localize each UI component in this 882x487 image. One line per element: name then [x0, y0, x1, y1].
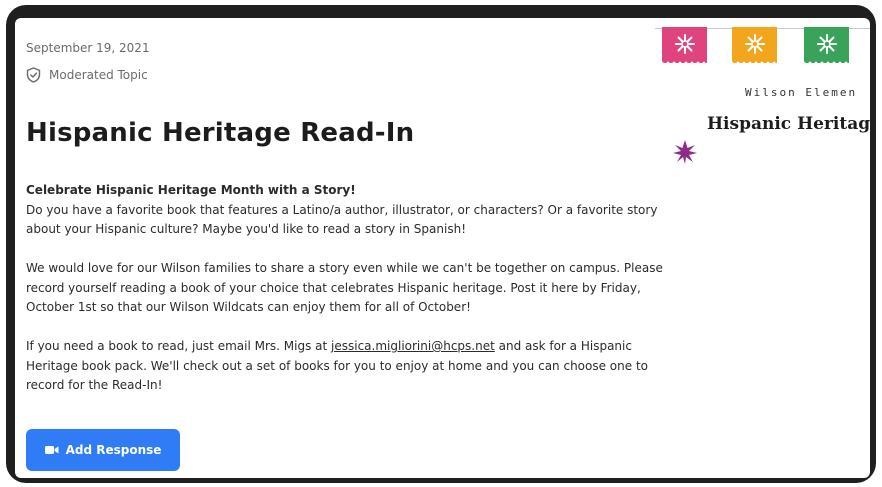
paragraph-1-text: Do you have a favorite book that feature… — [26, 202, 658, 237]
flower-icon — [744, 34, 765, 54]
post-date: September 19, 2021 — [26, 41, 150, 55]
page-title: Hispanic Heritage Read-In — [26, 118, 415, 148]
star-burst-icon — [673, 140, 697, 164]
video-camera-icon — [44, 446, 59, 454]
post-lead: Celebrate Hispanic Heritage Month with a… — [26, 183, 356, 197]
moderated-topic-badge: Moderated Topic — [26, 66, 148, 84]
add-response-button[interactable]: Add Response — [26, 429, 180, 471]
papel-picado-flag-orange — [732, 27, 777, 66]
papel-picado-flag-green — [804, 27, 849, 66]
flower-icon — [816, 34, 837, 54]
post-body: Celebrate Hispanic Heritage Month with a… — [26, 181, 676, 415]
topic-card: September 19, 2021 Moderated Topic Hispa… — [15, 18, 870, 478]
email-link[interactable]: jessica.migliorini@hcps.net — [331, 339, 495, 353]
papel-picado-flag-pink — [662, 27, 707, 66]
shield-check-icon — [26, 67, 41, 83]
moderated-label: Moderated Topic — [49, 68, 148, 82]
topic-banner-image: Wilson Elemen Hispanic Heritage — [655, 18, 870, 193]
paragraph-2: We would love for our Wilson families to… — [26, 261, 663, 314]
paragraph-3-before: If you need a book to read, just email M… — [26, 339, 332, 353]
banner-school-text: Wilson Elemen — [745, 86, 858, 99]
paragraph-intro: Celebrate Hispanic Heritage Month with a… — [26, 181, 676, 240]
add-response-label: Add Response — [65, 443, 162, 457]
banner-heritage-text: Hispanic Heritage — [707, 114, 870, 134]
flower-icon — [674, 34, 695, 54]
paragraph-3: If you need a book to read, just email M… — [26, 337, 676, 396]
